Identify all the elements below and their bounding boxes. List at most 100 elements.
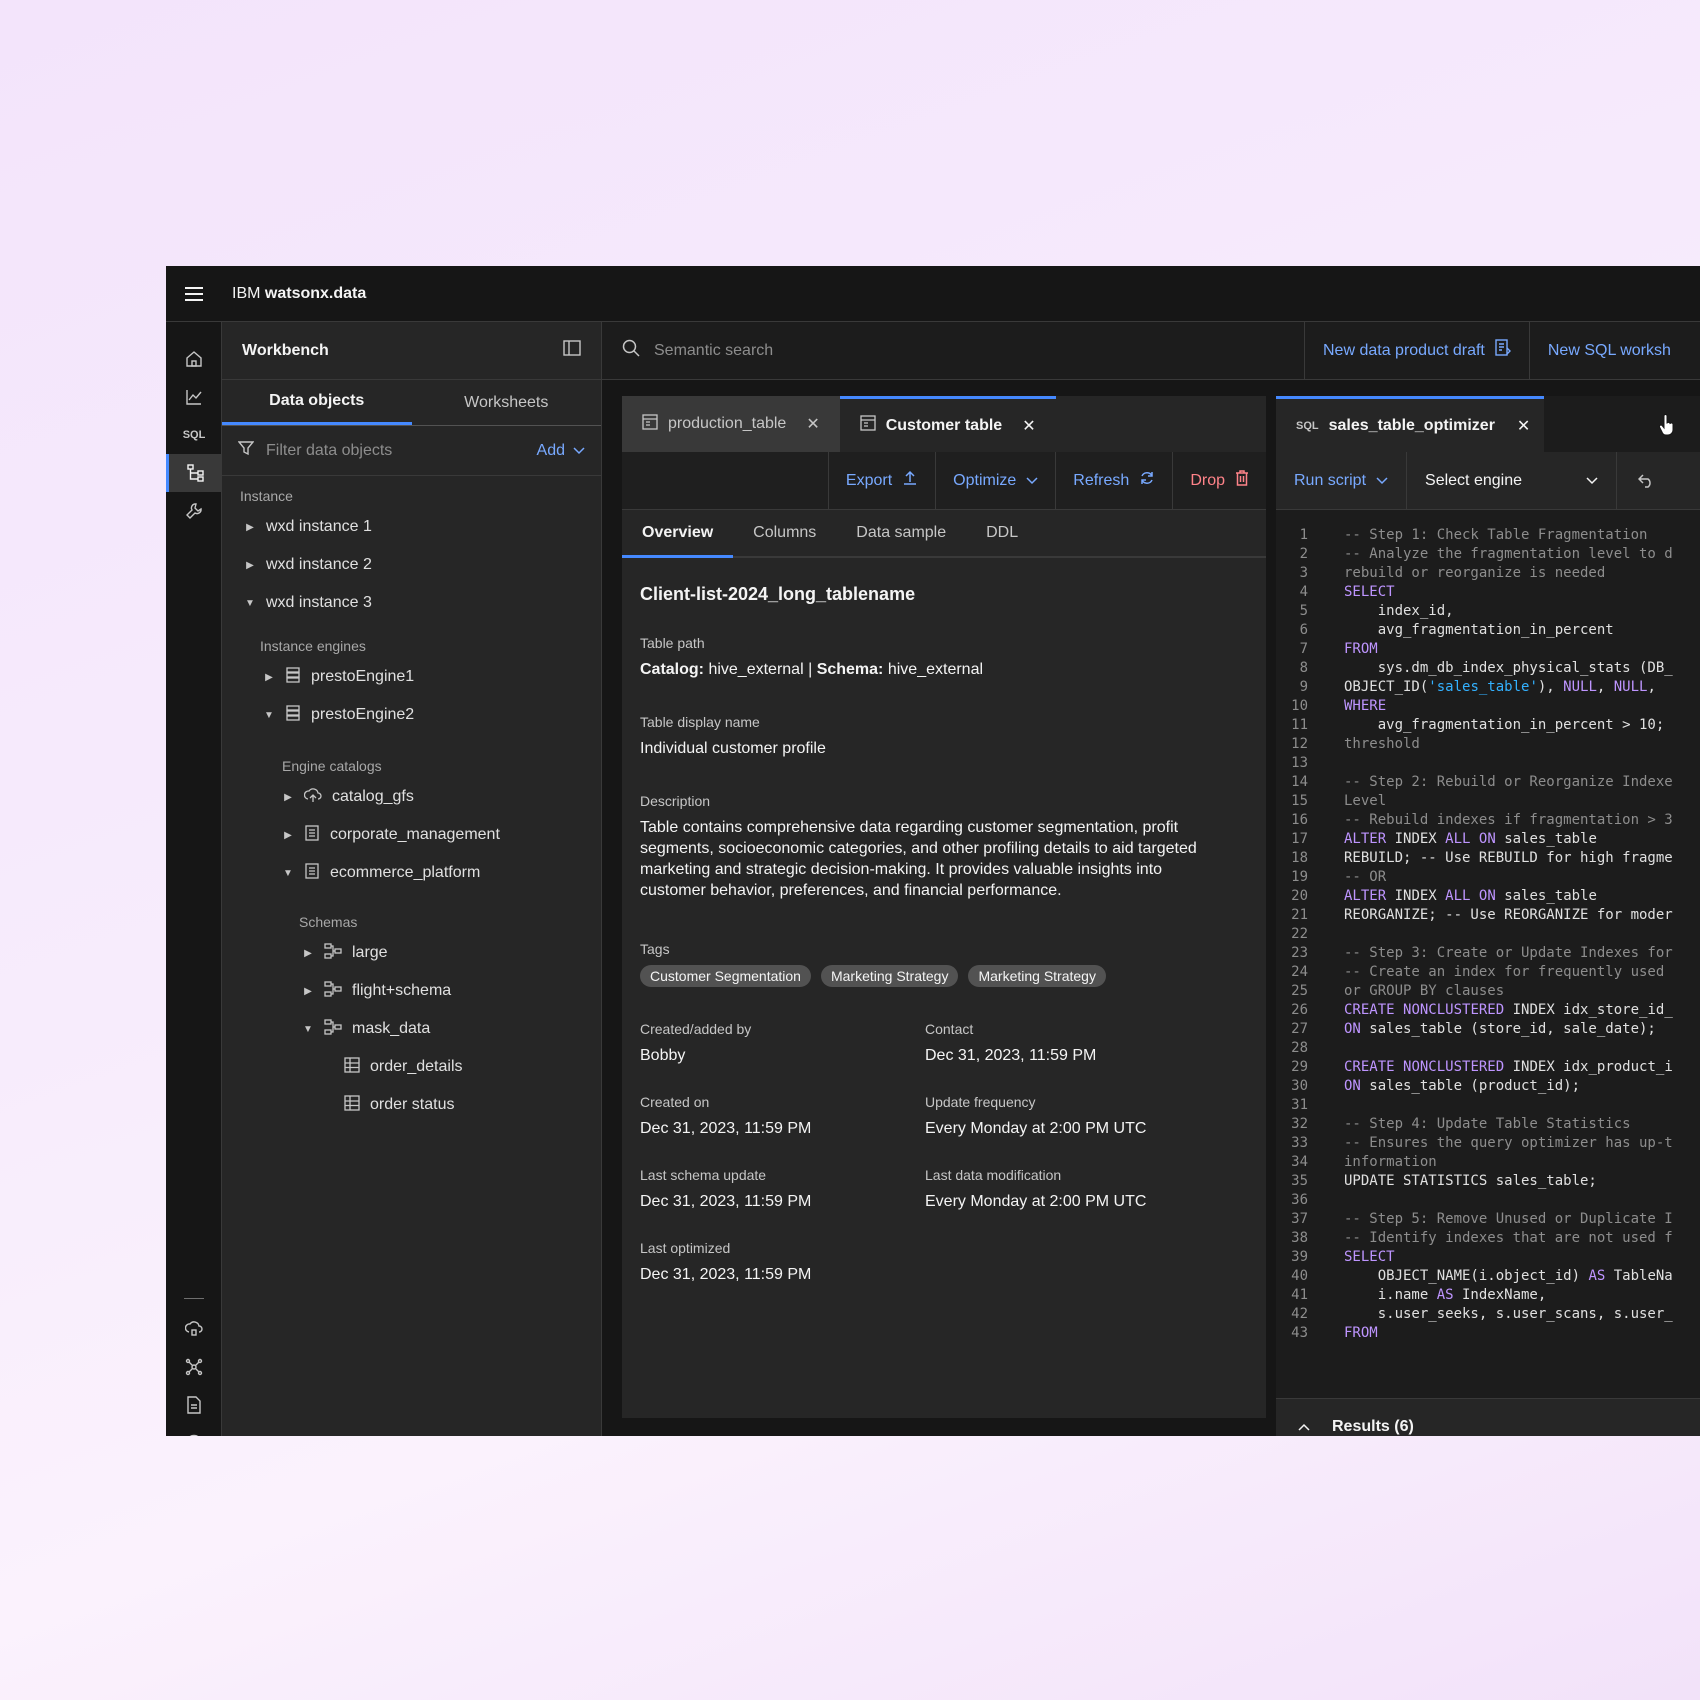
tab-ddl[interactable]: DDL [966, 510, 1038, 556]
code-line[interactable]: 10 WHERE [1276, 697, 1700, 716]
tree-item-schema[interactable]: ▼ mask_data [302, 1010, 430, 1048]
code-line[interactable]: 22 [1276, 925, 1700, 944]
semantic-search-input[interactable]: Semantic search [654, 342, 1304, 360]
code-line[interactable]: 9 OBJECT_ID('sales_table'), NULL, NULL, [1276, 678, 1700, 697]
tree-item-instance[interactable]: ▶ wxd instance 2 [244, 546, 372, 584]
tree-item-table[interactable]: order status [344, 1086, 454, 1124]
code-line[interactable]: 2 -- Analyze the fragmentation level to d [1276, 545, 1700, 564]
code-line[interactable]: 31 [1276, 1096, 1700, 1115]
sql-code-editor[interactable]: 1 -- Step 1: Check Table Fragmentation 2 --… [1276, 526, 1700, 1346]
engine-select[interactable]: Select engine [1407, 451, 1618, 510]
code-line[interactable]: 14 -- Step 2: Rebuild or Reorganize Index… [1276, 773, 1700, 792]
new-sql-worksheet-button[interactable]: New SQL worksh [1528, 321, 1689, 380]
code-line[interactable]: 25 or GROUP BY clauses [1276, 982, 1700, 1001]
tab-data-objects[interactable]: Data objects [222, 380, 412, 425]
code-line[interactable]: 17 ALTER INDEX ALL ON sales_table [1276, 830, 1700, 849]
code-line[interactable]: 20 ALTER INDEX ALL ON sales_table [1276, 887, 1700, 906]
tab-sql-worksheet[interactable]: SQL sales_table_optimizer ✕ [1276, 396, 1544, 452]
code-line[interactable]: 28 [1276, 1039, 1700, 1058]
code-line[interactable]: 39 SELECT [1276, 1248, 1700, 1267]
code-line[interactable]: 23 -- Step 3: Create or Update Indexes fo… [1276, 944, 1700, 963]
code-line[interactable]: 43 FROM [1276, 1324, 1700, 1343]
code-line[interactable]: 18 REBUILD; -- Use REBUILD for high fragm… [1276, 849, 1700, 868]
tab-data-sample[interactable]: Data sample [836, 510, 966, 556]
field-label: Tags [640, 941, 670, 957]
code-line[interactable]: 32 -- Step 4: Update Table Statistics [1276, 1115, 1700, 1134]
results-bar[interactable]: Results (6) [1276, 1398, 1700, 1436]
tab-customer-table[interactable]: Customer table ✕ [839, 396, 1056, 452]
code-line[interactable]: 16 -- Rebuild indexes if fragmentation > … [1276, 811, 1700, 830]
tree-item-instance[interactable]: ▶ wxd instance 1 [244, 508, 372, 546]
tab-overview[interactable]: Overview [622, 510, 734, 558]
code-line[interactable]: 35 UPDATE STATISTICS sales_table; [1276, 1172, 1700, 1191]
code-line[interactable]: 29 CREATE NONCLUSTERED INDEX idx_product_… [1276, 1058, 1700, 1077]
code-line[interactable]: 12 threshold [1276, 735, 1700, 754]
tree-item-catalog[interactable]: ▶ catalog_gfs [282, 778, 414, 816]
code-line[interactable]: 8 sys.dm_db_index_physical_stats (DB_ [1276, 659, 1700, 678]
data-tree-icon[interactable] [166, 454, 222, 492]
code-line[interactable]: 5 index_id, [1276, 602, 1700, 621]
code-line[interactable]: 21 REORGANIZE; -- Use REORGANIZE for mode… [1276, 906, 1700, 925]
line-number: 22 [1291, 926, 1308, 942]
code-line[interactable]: 13 [1276, 754, 1700, 773]
code-line[interactable]: 33 -- Ensures the query optimizer has up-… [1276, 1134, 1700, 1153]
drop-button[interactable]: Drop [1172, 452, 1266, 509]
code-line[interactable]: 26 CREATE NONCLUSTERED INDEX idx_store_id… [1276, 1001, 1700, 1020]
chart-icon[interactable] [166, 378, 222, 416]
tag[interactable]: Marketing Strategy [820, 965, 959, 987]
tree-item-catalog[interactable]: ▼ ecommerce_platform [282, 854, 480, 892]
code-line[interactable]: 11 avg_fragmentation_in_percent > 10; [1276, 716, 1700, 735]
tree-item-engine[interactable]: ▶ prestoEngine1 [263, 658, 414, 696]
tree-item-schema[interactable]: ▶ flight+schema [302, 972, 451, 1010]
code-line[interactable]: 24 -- Create an index for frequently used [1276, 963, 1700, 982]
code-line[interactable]: 19 -- OR [1276, 868, 1700, 887]
new-data-product-draft-button[interactable]: New data product draft [1304, 321, 1529, 380]
tag[interactable]: Customer Segmentation [640, 965, 811, 987]
add-button[interactable]: Add [537, 442, 585, 460]
help-icon[interactable] [166, 1424, 222, 1436]
code-line[interactable]: 15 Level [1276, 792, 1700, 811]
menu-icon[interactable] [166, 266, 222, 322]
network-icon[interactable] [166, 1348, 222, 1386]
code-line[interactable]: 27 ON sales_table (store_id, sale_date); [1276, 1020, 1700, 1039]
product-brand[interactable]: IBM watsonx.data [232, 285, 366, 303]
tree-item-label: order_details [370, 1058, 463, 1075]
code-line[interactable]: 1 -- Step 1: Check Table Fragmentation [1276, 526, 1700, 545]
cloud-lock-icon[interactable] [166, 1310, 222, 1348]
sql-icon[interactable]: SQL [166, 416, 222, 454]
tree-item-catalog[interactable]: ▶ corporate_management [282, 816, 500, 854]
close-icon[interactable]: ✕ [1022, 416, 1035, 436]
tag[interactable]: Marketing Strategy [968, 965, 1106, 987]
panel-collapse-icon[interactable] [563, 340, 581, 361]
code-line[interactable]: 42 s.user_seeks, s.user_scans, s.user_ [1276, 1305, 1700, 1324]
wrench-icon[interactable] [166, 492, 222, 530]
code-line[interactable]: 4 SELECT [1276, 583, 1700, 602]
tab-production-table[interactable]: production_table ✕ [622, 396, 840, 452]
refresh-button[interactable]: Refresh [1055, 452, 1172, 509]
close-icon[interactable]: ✕ [1517, 416, 1530, 436]
code-line[interactable]: 30 ON sales_table (product_id); [1276, 1077, 1700, 1096]
code-line[interactable]: 34 information [1276, 1153, 1700, 1172]
tab-columns[interactable]: Columns [733, 510, 836, 556]
code-line[interactable]: 40 OBJECT_NAME(i.object_id) AS TableNa [1276, 1267, 1700, 1286]
code-line[interactable]: 37 -- Step 5: Remove Unused or Duplicate … [1276, 1210, 1700, 1229]
filter-input[interactable]: Filter data objects [266, 442, 537, 460]
tree-item-table[interactable]: order_details [344, 1048, 463, 1086]
undo-icon[interactable] [1617, 452, 1675, 510]
code-line[interactable]: 3 rebuild or reorganize is needed [1276, 564, 1700, 583]
code-line[interactable]: 7 FROM [1276, 640, 1700, 659]
home-icon[interactable] [166, 340, 222, 378]
code-line[interactable]: 38 -- Identify indexes that are not used … [1276, 1229, 1700, 1248]
tree-item-instance[interactable]: ▼ wxd instance 3 [244, 584, 372, 622]
tree-item-engine[interactable]: ▼ prestoEngine2 [263, 696, 414, 734]
tab-worksheets[interactable]: Worksheets [412, 380, 602, 425]
code-line[interactable]: 41 i.name AS IndexName, [1276, 1286, 1700, 1305]
code-line[interactable]: 36 [1276, 1191, 1700, 1210]
run-script-button[interactable]: Run script [1276, 451, 1408, 510]
close-icon[interactable]: ✕ [806, 414, 819, 434]
document-icon[interactable] [166, 1386, 222, 1424]
code-line[interactable]: 6 avg_fragmentation_in_percent [1276, 621, 1700, 640]
tree-item-schema[interactable]: ▶ large [302, 934, 388, 972]
export-button[interactable]: Export [827, 452, 935, 509]
optimize-button[interactable]: Optimize [935, 452, 1055, 509]
